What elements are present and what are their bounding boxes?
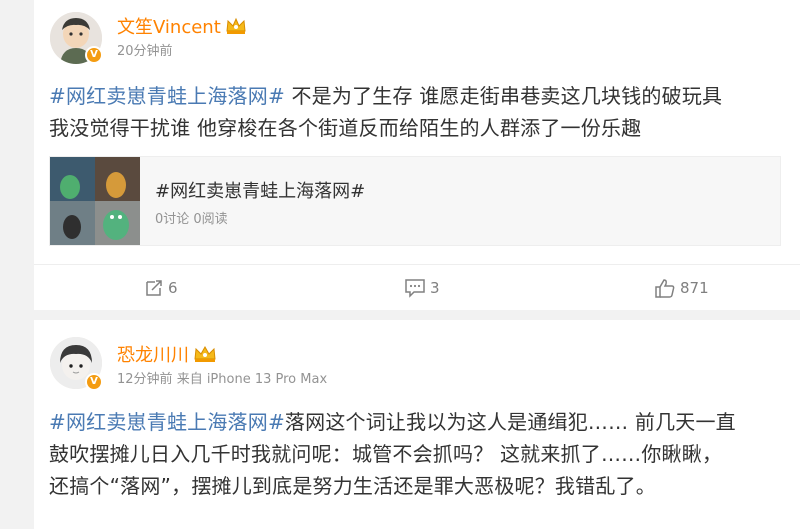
like-count: 871 [680, 279, 709, 297]
post-card-2: V 恐龙川川 12分钟前 来自 iPhone 13 Pro Max #网红卖崽青… [34, 320, 800, 529]
crown-icon [193, 345, 217, 368]
crown-icon [225, 17, 247, 40]
post-time[interactable]: 12分钟前 [117, 372, 173, 387]
post-text-line: 不是为了生存 谁愿走街串巷卖这几块钱的破玩具 [284, 84, 723, 108]
post-meta: 12分钟前 来自 iPhone 13 Pro Max [117, 368, 327, 387]
topic-card[interactable]: #网红卖崽青蛙上海落网# 0讨论 0阅读 [49, 156, 781, 246]
post-text-line: 落网这个词让我以为这人是通缉犯…… 前几天一直 [284, 410, 736, 434]
post-source: 来自 iPhone 13 Pro Max [176, 372, 328, 387]
repost-count: 6 [168, 279, 178, 297]
repost-icon [146, 280, 162, 296]
verified-badge-icon: V [85, 373, 103, 391]
repost-button[interactable]: 6 [144, 265, 178, 311]
topic-image-icon [50, 157, 140, 245]
topic-thumbnail [50, 157, 140, 245]
author-name[interactable]: 文笙Vincent [117, 13, 247, 40]
post-content: #网红卖崽青蛙上海落网#落网这个词让我以为这人是通缉犯…… 前几天一直 鼓吹摆摊… [49, 406, 799, 502]
post-text-line: 我没觉得干扰谁 他穿梭在各个街道反而给陌生的人群添了一份乐趣 [49, 116, 642, 140]
author-name-text[interactable]: 文笙Vincent [117, 17, 221, 38]
thumbs-up-icon [655, 279, 675, 298]
post-card-1: V 文笙Vincent 20分钟前 #网红卖崽青蛙上海落网# 不是为了生存 谁愿… [34, 0, 800, 310]
hashtag-link[interactable]: #网红卖崽青蛙上海落网# [49, 84, 285, 108]
post-time[interactable]: 20分钟前 [117, 40, 173, 59]
like-button[interactable]: 871 [654, 265, 709, 311]
comment-icon [405, 279, 425, 298]
verified-badge-icon: V [85, 46, 103, 64]
action-bar: 6 3 871 [34, 264, 800, 311]
comment-count: 3 [430, 279, 440, 297]
post-text-line: 还搞个“落网”，摆摊儿到底是努力生活还是罪大恶极呢？我错乱了。 [49, 474, 656, 498]
hashtag-link[interactable]: #网红卖崽青蛙上海落网# [49, 410, 285, 434]
author-name[interactable]: 恐龙川川 [117, 341, 217, 368]
post-content: #网红卖崽青蛙上海落网# 不是为了生存 谁愿走街串巷卖这几块钱的破玩具 我没觉得… [49, 80, 789, 144]
author-name-text[interactable]: 恐龙川川 [117, 345, 189, 366]
post-text-line: 鼓吹摆摊儿日入几千时我就问呢：城管不会抓吗？ 这就来抓了……你瞅瞅， [49, 442, 723, 466]
comment-button[interactable]: 3 [404, 265, 440, 311]
topic-stats: 0讨论 0阅读 [155, 212, 228, 227]
topic-title[interactable]: #网红卖崽青蛙上海落网# [155, 177, 365, 203]
